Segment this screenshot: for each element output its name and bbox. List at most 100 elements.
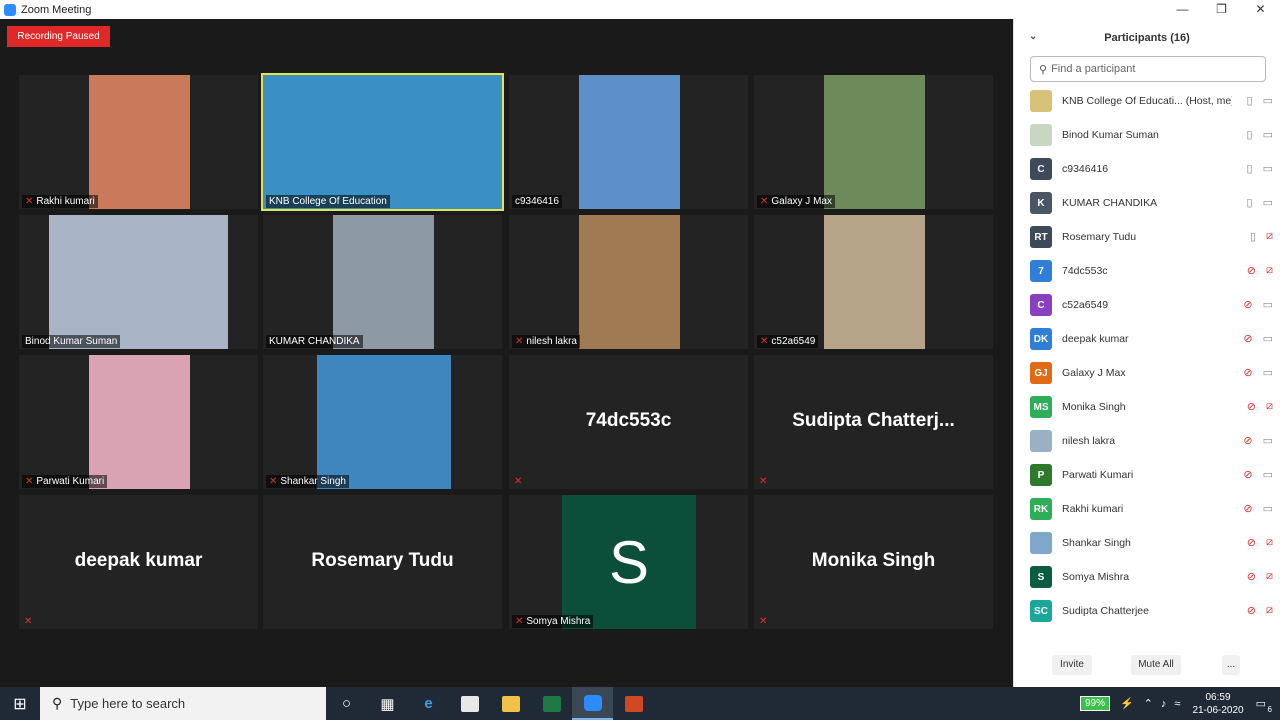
participant-row[interactable]: Shankar Singh ⊘ ⧄ bbox=[1014, 526, 1280, 560]
store-icon[interactable] bbox=[449, 687, 490, 720]
participant-row[interactable]: P Parwati Kumari ⊘ ▭ bbox=[1014, 458, 1280, 492]
volume-icon[interactable]: ♪ bbox=[1161, 698, 1167, 710]
microphone-muted-icon[interactable]: ⊘ bbox=[1243, 298, 1252, 311]
windows-start-icon[interactable]: ⊞ bbox=[0, 687, 40, 720]
minimize-button[interactable]: — bbox=[1163, 0, 1202, 19]
wifi-icon[interactable]: ≈ bbox=[1174, 698, 1180, 710]
avatar: 7 bbox=[1030, 260, 1052, 282]
video-tile[interactable]: KUMAR CHANDIKA bbox=[263, 215, 502, 349]
task-view-icon[interactable]: ▦ bbox=[367, 687, 408, 720]
zoom-taskbar-icon[interactable] bbox=[572, 687, 613, 720]
camera-off-icon[interactable]: ⧄ bbox=[1266, 604, 1273, 617]
battery-indicator[interactable]: 99% bbox=[1079, 696, 1110, 711]
video-tile[interactable]: ✕ nilesh lakra bbox=[509, 215, 748, 349]
camera-icon[interactable]: ▭ bbox=[1263, 332, 1273, 345]
participant-search-input[interactable]: ⚲ Find a participant bbox=[1030, 56, 1266, 82]
participant-row[interactable]: SC Sudipta Chatterjee ⊘ ⧄ bbox=[1014, 594, 1280, 628]
microphone-muted-icon[interactable]: ⊘ bbox=[1247, 264, 1256, 277]
camera-icon[interactable]: ▭ bbox=[1263, 434, 1273, 447]
more-button[interactable]: ... bbox=[1222, 655, 1240, 675]
cortana-icon[interactable]: ○ bbox=[326, 687, 367, 720]
camera-icon[interactable]: ▭ bbox=[1263, 502, 1273, 515]
video-tile[interactable]: ✕ Parwati Kumari bbox=[19, 355, 258, 489]
participant-row[interactable]: Cc9346416 ▯ ▭ bbox=[1014, 152, 1280, 186]
participant-row[interactable]: GJ Galaxy J Max ⊘ ▭ bbox=[1014, 356, 1280, 390]
video-tile[interactable]: deepak kumar ✕ bbox=[19, 495, 258, 629]
taskbar-search-input[interactable]: ⚲ Type here to search bbox=[40, 687, 326, 720]
camera-icon[interactable]: ▭ bbox=[1263, 366, 1273, 379]
video-tile[interactable]: Monika Singh ✕ bbox=[754, 495, 993, 629]
microphone-muted-icon[interactable]: ⊘ bbox=[1243, 468, 1252, 481]
edge-browser-icon[interactable]: e bbox=[408, 687, 449, 720]
participant-row[interactable]: RK Rakhi kumari ⊘ ▭ bbox=[1014, 492, 1280, 526]
video-tile[interactable]: c9346416 bbox=[509, 75, 748, 209]
video-tile[interactable]: Rosemary Tudu bbox=[263, 495, 502, 629]
avatar bbox=[1030, 532, 1052, 554]
participant-name: KUMAR CHANDIKA bbox=[269, 336, 360, 347]
camera-icon[interactable]: ▭ bbox=[1263, 162, 1273, 175]
microphone-icon[interactable]: ▯ bbox=[1250, 230, 1256, 243]
clock-date: 21-06-2020 bbox=[1192, 704, 1244, 716]
participant-status-icons: ▯ ▭ bbox=[1247, 196, 1273, 209]
participant-row[interactable]: Binod Kumar Suman ▯ ▭ bbox=[1014, 118, 1280, 152]
video-tile[interactable]: ✕ Galaxy J Max bbox=[754, 75, 993, 209]
microphone-muted-icon[interactable]: ⊘ bbox=[1247, 400, 1256, 413]
microphone-muted-icon[interactable]: ⊘ bbox=[1243, 502, 1252, 515]
participant-name-label: ✕ c52a6549 bbox=[757, 335, 819, 348]
video-tile[interactable]: S ✕ Somya Mishra bbox=[509, 495, 748, 629]
file-explorer-icon[interactable] bbox=[490, 687, 531, 720]
powerpoint-icon[interactable] bbox=[613, 687, 654, 720]
clock[interactable]: 06:59 21-06-2020 bbox=[1192, 691, 1243, 717]
participant-row[interactable]: Cc52a6549 ⊘ ▭ bbox=[1014, 288, 1280, 322]
video-tile[interactable]: 74dc553c ✕ bbox=[509, 355, 748, 489]
participant-row[interactable]: K KUMAR CHANDIKA ▯ ▭ bbox=[1014, 186, 1280, 220]
mic-muted-icon: ✕ bbox=[515, 336, 524, 347]
microphone-muted-icon[interactable]: ⊘ bbox=[1243, 434, 1252, 447]
microphone-muted-icon[interactable]: ⊘ bbox=[1243, 366, 1252, 379]
microphone-muted-icon[interactable]: ⊘ bbox=[1243, 332, 1252, 345]
video-tile[interactable]: Binod Kumar Suman bbox=[19, 215, 258, 349]
participant-video bbox=[89, 75, 190, 209]
collapse-chevron-icon[interactable]: ⌄ bbox=[1029, 31, 1037, 42]
participant-row[interactable]: nilesh lakra ⊘ ▭ bbox=[1014, 424, 1280, 458]
camera-icon[interactable]: ▭ bbox=[1263, 94, 1273, 107]
camera-icon[interactable]: ▭ bbox=[1263, 196, 1273, 209]
microphone-icon[interactable]: ▯ bbox=[1247, 128, 1253, 141]
microphone-icon[interactable]: ▯ bbox=[1247, 196, 1253, 209]
microphone-icon[interactable]: ▯ bbox=[1247, 94, 1253, 107]
video-tile[interactable]: ✕ c52a6549 bbox=[754, 215, 993, 349]
participant-row[interactable]: 7 74dc553c ⊘ ⧄ bbox=[1014, 254, 1280, 288]
excel-icon[interactable] bbox=[531, 687, 572, 720]
microphone-icon[interactable]: ▯ bbox=[1247, 162, 1253, 175]
video-tile[interactable]: ✕ Shankar Singh bbox=[263, 355, 502, 489]
notifications-icon[interactable]: ▭ 6 bbox=[1256, 697, 1272, 714]
camera-icon[interactable]: ▭ bbox=[1263, 298, 1273, 311]
close-button[interactable]: ✕ bbox=[1241, 0, 1280, 19]
participant-row[interactable]: S Somya Mishra ⊘ ⧄ bbox=[1014, 560, 1280, 594]
microphone-muted-icon[interactable]: ⊘ bbox=[1247, 604, 1256, 617]
participant-row[interactable]: KNB College Of Educati... (Host, me) ▯ ▭ bbox=[1014, 84, 1280, 118]
participant-status-icons: ⊘ ▭ bbox=[1243, 298, 1273, 311]
camera-icon[interactable]: ▭ bbox=[1263, 468, 1273, 481]
maximize-button[interactable]: ❐ bbox=[1202, 0, 1241, 19]
participant-row[interactable]: DK deepak kumar ⊘ ▭ bbox=[1014, 322, 1280, 356]
camera-off-icon[interactable]: ⧄ bbox=[1266, 536, 1273, 549]
camera-off-icon[interactable]: ⧄ bbox=[1266, 230, 1273, 243]
participant-name: Galaxy J Max bbox=[1062, 367, 1126, 379]
microphone-muted-icon[interactable]: ⊘ bbox=[1247, 536, 1256, 549]
camera-off-icon[interactable]: ⧄ bbox=[1266, 570, 1273, 583]
microphone-muted-icon[interactable]: ⊘ bbox=[1247, 570, 1256, 583]
participant-row[interactable]: RT Rosemary Tudu ▯ ⧄ bbox=[1014, 220, 1280, 254]
camera-off-icon[interactable]: ⧄ bbox=[1266, 264, 1273, 277]
participant-status-icons: ⊘ ▭ bbox=[1243, 468, 1273, 481]
camera-icon[interactable]: ▭ bbox=[1263, 128, 1273, 141]
video-tile[interactable]: Sudipta Chatterj... ✕ bbox=[754, 355, 993, 489]
invite-button[interactable]: Invite bbox=[1052, 655, 1092, 675]
mute-all-button[interactable]: Mute All bbox=[1131, 655, 1181, 675]
chevron-up-icon[interactable]: ⌃ bbox=[1144, 697, 1153, 710]
camera-off-icon[interactable]: ⧄ bbox=[1266, 400, 1273, 413]
participant-row[interactable]: MS Monika Singh ⊘ ⧄ bbox=[1014, 390, 1280, 424]
video-tile[interactable]: ✕ Rakhi kumari bbox=[19, 75, 258, 209]
video-tile[interactable]: KNB College Of Education bbox=[261, 73, 504, 211]
recording-paused-badge[interactable]: Recording Paused bbox=[7, 26, 110, 47]
